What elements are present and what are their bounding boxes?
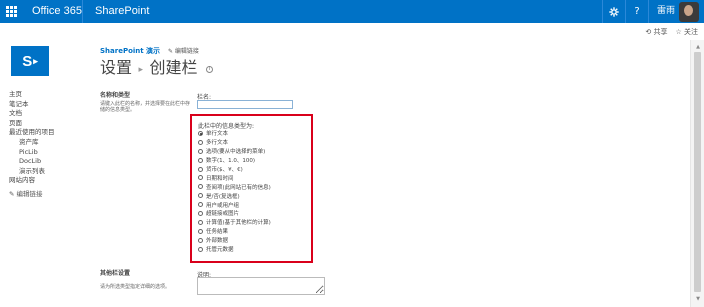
logo-letter: S (22, 52, 33, 70)
type-option-external-data[interactable]: 外部数据 (198, 236, 271, 245)
radio-icon[interactable] (198, 175, 203, 181)
page-title-create-column: 创建栏 (149, 60, 198, 78)
radio-icon[interactable] (198, 237, 203, 243)
radio-icon[interactable] (198, 139, 203, 145)
radio-icon[interactable] (198, 228, 203, 234)
type-option-label: 货币($、¥、€) (206, 167, 243, 173)
type-option-multi-line[interactable]: 多行文本 (198, 138, 271, 147)
type-option-currency[interactable]: 货币($、¥、€) (198, 165, 271, 174)
type-option-managed-metadata[interactable]: 托管元数据 (198, 245, 271, 254)
type-option-label: 计算值(基于其他栏的计算) (206, 220, 271, 227)
app-launcher-icon[interactable] (6, 6, 17, 17)
nav-item-home[interactable]: 主页 (9, 90, 55, 100)
nav-item-doclib[interactable]: DocLib (9, 157, 55, 167)
sharepoint-link[interactable]: SharePoint (95, 4, 149, 19)
radio-selected-icon[interactable] (198, 130, 203, 136)
nav-item-documents[interactable]: 文档 (9, 109, 55, 119)
office365-brand[interactable]: Office 365 (32, 4, 82, 19)
column-name-input[interactable] (197, 100, 293, 109)
edit-links-top[interactable]: ✎ 编辑链接 (168, 46, 199, 55)
radio-icon[interactable] (198, 210, 203, 216)
scrollbar-thumb[interactable] (694, 52, 701, 292)
nav-item-piclib[interactable]: PicLib (9, 148, 55, 158)
type-option-date-time[interactable]: 日期和时间 (198, 173, 271, 182)
type-option-person-group[interactable]: 用户或用户组 (198, 200, 271, 209)
share-button[interactable]: ⟲ 共享 (645, 27, 667, 37)
radio-icon[interactable] (198, 219, 203, 225)
type-option-calculated[interactable]: 计算值(基于其他栏的计算) (198, 218, 271, 227)
page-actions: ⟲ 共享 ☆ 关注 (645, 27, 698, 37)
page-title: 设置 ▸ 创建栏 i (100, 59, 213, 79)
user-name[interactable]: 雷雨 (649, 0, 679, 23)
nav-item-notebook[interactable]: 笔记本 (9, 100, 55, 110)
help-icon[interactable]: ? (626, 0, 648, 23)
type-option-label: 任务结果 (206, 229, 229, 236)
info-icon[interactable]: i (205, 65, 213, 73)
type-option-label: 用户或用户组 (206, 202, 240, 209)
radio-icon[interactable] (198, 246, 203, 252)
section-title-name-type: 名称和类型 (100, 92, 131, 99)
scroll-down-icon[interactable]: ▼ (696, 296, 700, 302)
nav-item-recent[interactable]: 最近使用的项目 (9, 128, 55, 138)
type-option-label: 外部数据 (206, 238, 229, 245)
type-option-number[interactable]: 数字(1、1.0、100) (198, 156, 271, 165)
radio-icon[interactable] (198, 157, 203, 163)
nav-item-demo-list[interactable]: 演示列表 (9, 167, 55, 177)
description-textarea[interactable] (197, 277, 325, 295)
type-option-label: 多行文本 (206, 140, 229, 147)
type-option-label: 单行文本 (206, 131, 229, 138)
suite-bar-right: ? 雷雨 (601, 0, 704, 23)
type-option-choice[interactable]: 选项(要从中选择的菜单) (198, 147, 271, 156)
gear-icon[interactable] (603, 0, 625, 23)
radio-icon[interactable] (198, 202, 203, 208)
type-option-label: 托管元数据 (206, 247, 234, 254)
radio-icon[interactable] (198, 166, 203, 172)
scroll-up-icon[interactable]: ▲ (696, 44, 700, 50)
section-description-additional-settings: 请为所选类型指定详细的选项。 (100, 284, 171, 290)
nav-item-pages[interactable]: 页面 (9, 119, 55, 129)
type-option-single-line[interactable]: 单行文本 (198, 129, 271, 138)
radio-icon[interactable] (198, 184, 203, 190)
site-title-link[interactable]: SharePoint 演示 (100, 46, 160, 56)
page-title-settings[interactable]: 设置 (100, 60, 132, 77)
nav-edit-links[interactable]: ✎ 编辑链接 (9, 190, 55, 200)
type-option-label: 数字(1、1.0、100) (206, 158, 256, 165)
column-type-options: 单行文本 多行文本 选项(要从中选择的菜单) 数字(1、1.0、100) 货币(… (198, 129, 271, 253)
type-option-label: 是/否(复选框) (206, 193, 240, 200)
type-option-label: 超链接或图片 (206, 211, 240, 218)
breadcrumb-separator-icon: ▸ (138, 64, 143, 74)
section-description-name-type: 请键入此栏的名称，并选择要在此栏中存储的信息类型。 (100, 101, 191, 113)
nav-item-asset-library[interactable]: 资产库 (9, 138, 55, 148)
suite-bar: Office 365 SharePoint ? 雷雨 (0, 0, 704, 23)
left-navigation: 主页 笔记本 文档 页面 最近使用的项目 资产库 PicLib DocLib 演… (9, 90, 55, 200)
type-option-hyperlink[interactable]: 超链接或图片 (198, 209, 271, 218)
type-option-task-outcome[interactable]: 任务结果 (198, 227, 271, 236)
radio-icon[interactable] (198, 148, 203, 154)
type-option-label: 查阅项(此网站已有的信息) (206, 184, 271, 191)
type-option-lookup[interactable]: 查阅项(此网站已有的信息) (198, 182, 271, 191)
site-logo[interactable]: S ▸ (11, 46, 49, 76)
type-option-yes-no[interactable]: 是/否(复选框) (198, 191, 271, 200)
logo-arrow-icon: ▸ (33, 55, 38, 66)
section-title-additional-settings: 其他栏设置 (100, 270, 131, 277)
type-option-label: 日期和时间 (206, 175, 234, 182)
suite-divider (82, 0, 83, 23)
follow-button[interactable]: ☆ 关注 (675, 27, 698, 37)
nav-item-site-contents[interactable]: 网站内容 (9, 176, 55, 186)
type-option-label: 选项(要从中选择的菜单) (206, 149, 266, 156)
avatar[interactable] (679, 1, 699, 22)
radio-icon[interactable] (198, 193, 203, 199)
